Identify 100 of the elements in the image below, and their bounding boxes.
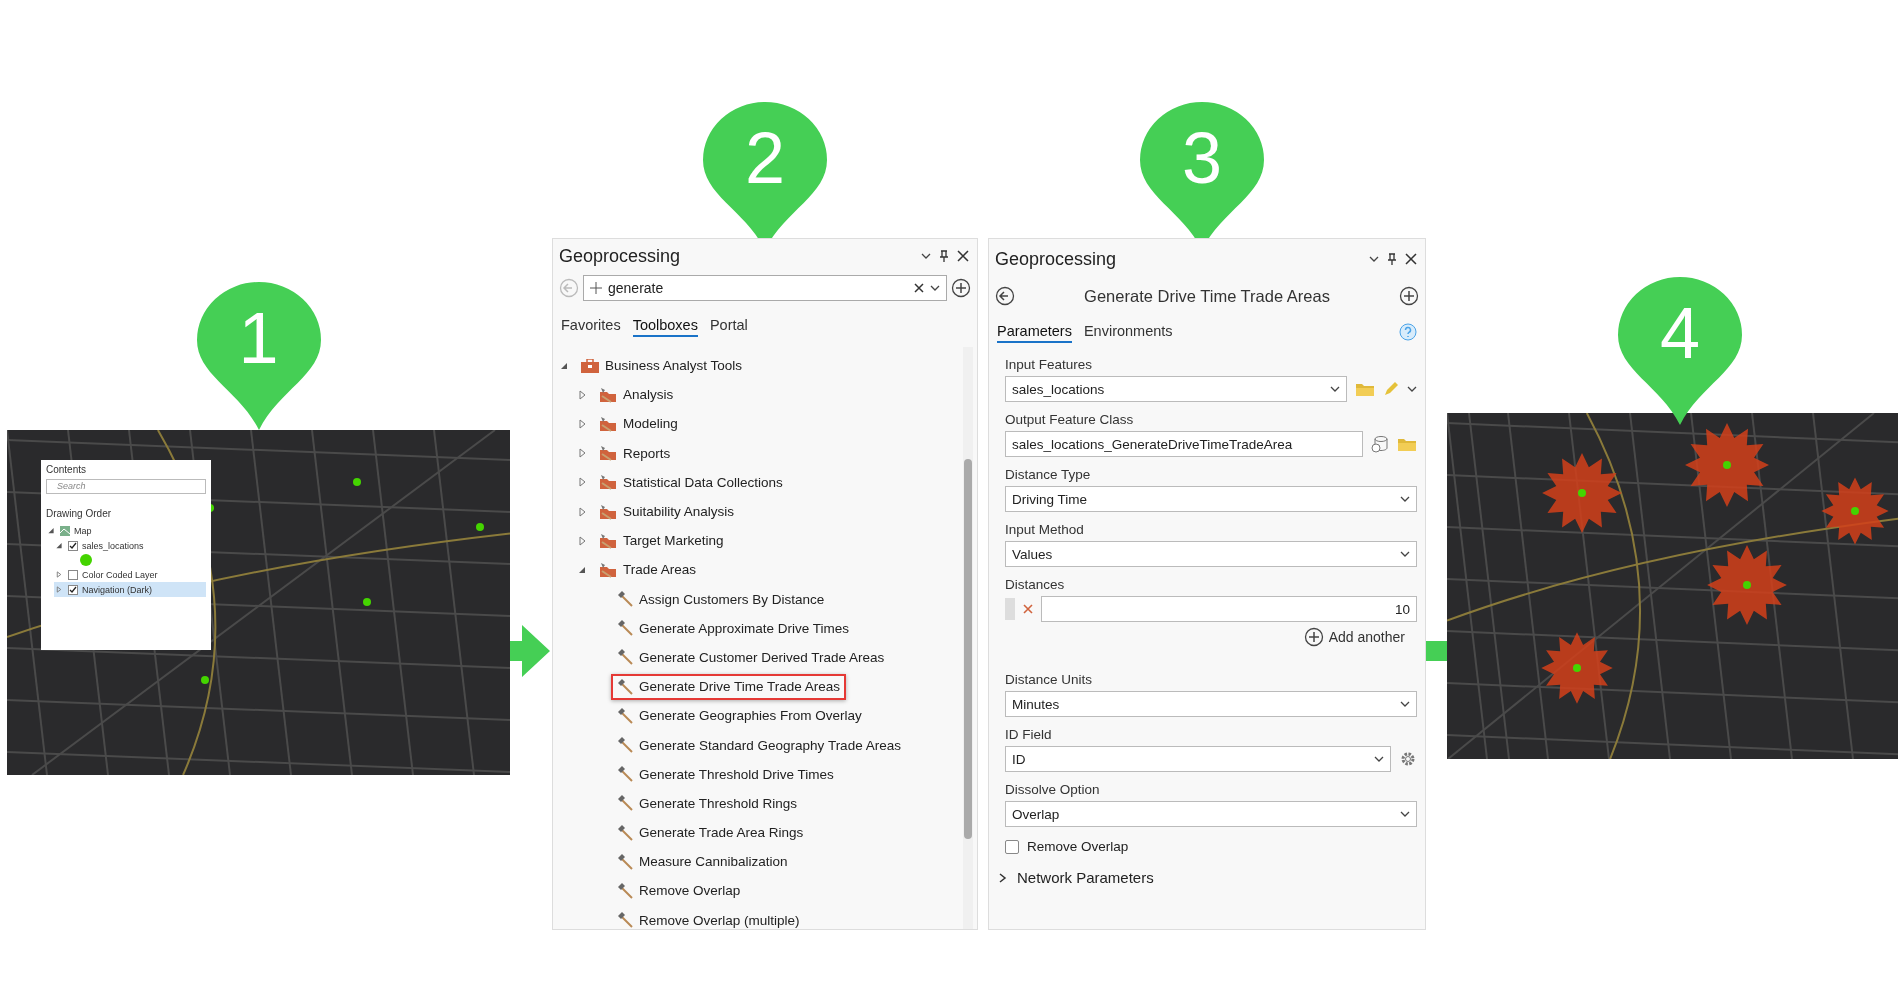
expand-caret-icon[interactable] — [577, 389, 587, 400]
add-icon[interactable] — [951, 278, 971, 298]
tab[interactable]: Favorites — [561, 315, 621, 337]
expand-caret-icon[interactable] — [577, 418, 587, 429]
expand-caret-icon — [999, 872, 1007, 883]
tool-item[interactable]: Generate Threshold Drive Times — [611, 761, 840, 788]
toolbox-icon — [581, 358, 599, 373]
pane-menu-caret-icon — [921, 253, 931, 259]
dropdown[interactable]: Overlap — [1005, 801, 1417, 827]
dropdown-caret-icon — [1374, 756, 1384, 762]
collapse-caret-icon[interactable] — [46, 527, 56, 534]
parameter-label: ID Field — [1005, 727, 1053, 744]
database-icon[interactable] — [1371, 435, 1389, 453]
map-icon — [60, 525, 70, 536]
parameter-label: Distance Units — [1005, 672, 1094, 689]
toolset-icon — [599, 561, 617, 578]
layer-item[interactable]: Map — [46, 523, 206, 538]
search-field[interactable]: generate — [583, 275, 947, 301]
toolset-item[interactable]: Target Marketing — [593, 527, 730, 554]
dropdown[interactable]: Values — [1005, 541, 1417, 567]
trade-area-polygon — [1541, 632, 1613, 704]
toolset-item[interactable]: Statistical Data Collections — [593, 469, 789, 496]
toolset-item[interactable]: Business Analyst Tools — [575, 353, 749, 379]
checkbox[interactable] — [68, 569, 78, 580]
add-icon[interactable] — [1303, 627, 1324, 647]
pane-title: Geoprocessing — [995, 248, 1118, 270]
tool-item[interactable]: Remove Overlap — [611, 877, 747, 904]
section-heading: Drawing Order — [46, 508, 113, 519]
location-dot — [476, 523, 484, 531]
close-icon[interactable] — [1405, 253, 1417, 265]
dropdown[interactable]: Minutes — [1005, 691, 1417, 717]
expand-caret-icon[interactable] — [577, 535, 587, 546]
tool-item[interactable]: Generate Customer Derived Trade Areas — [611, 644, 891, 671]
drag-handle[interactable] — [1005, 598, 1015, 620]
parameter-label: Distances — [1005, 577, 1066, 594]
tool-title: Generate Drive Time Trade Areas — [1083, 286, 1331, 306]
pane-menu-caret-icon — [1369, 256, 1379, 262]
remove-icon[interactable] — [1023, 604, 1033, 614]
tab[interactable]: Parameters — [997, 321, 1072, 343]
location-dot — [363, 598, 371, 606]
layer-item[interactable]: Navigation (Dark) — [54, 582, 206, 597]
tab[interactable]: Toolboxes — [632, 315, 698, 337]
back-icon[interactable] — [995, 286, 1015, 306]
collapse-caret-icon[interactable] — [54, 542, 64, 549]
checkbox-label: Remove Overlap — [1027, 839, 1129, 854]
checkbox[interactable] — [68, 584, 78, 595]
hammer-icon — [617, 620, 633, 637]
dropdown[interactable]: ID — [1005, 746, 1391, 772]
hammer-icon — [617, 824, 633, 841]
expand-caret-icon[interactable] — [577, 506, 587, 517]
tool-item[interactable]: Generate Standard Geography Trade Areas — [611, 732, 907, 759]
hammer-icon — [617, 591, 633, 608]
section-header[interactable]: Network Parameters — [993, 868, 1417, 887]
layer-item[interactable]: sales_locations — [54, 538, 206, 553]
search-field[interactable]: Search — [46, 479, 206, 494]
step-number: 4 — [1660, 297, 1700, 369]
text-field[interactable]: sales_locations_GenerateDriveTimeTradeArea — [1005, 431, 1363, 457]
checkbox[interactable] — [68, 540, 78, 551]
dropdown-caret-icon — [1400, 811, 1410, 817]
tool-item[interactable]: Generate Threshold Rings — [611, 790, 804, 817]
toolset-item[interactable]: Suitability Analysis — [593, 498, 741, 525]
tool-item[interactable]: Generate Approximate Drive Times — [611, 615, 856, 642]
checkbox[interactable] — [1005, 839, 1019, 854]
tool-item[interactable]: Measure Cannibalization — [611, 848, 794, 875]
gear-icon[interactable] — [1399, 750, 1417, 768]
layer-item[interactable]: Color Coded Layer — [54, 567, 206, 582]
toolset-item[interactable]: Trade Areas — [593, 556, 703, 583]
toolset-item[interactable]: Reports — [593, 440, 677, 467]
dropdown[interactable]: Driving Time — [1005, 486, 1417, 512]
toolset-icon — [599, 445, 617, 462]
parameter-label: Output Feature Class — [1005, 412, 1135, 429]
hammer-icon — [617, 678, 633, 695]
expand-caret-icon[interactable] — [54, 571, 64, 578]
tool-item[interactable]: Generate Geographies From Overlay — [611, 702, 868, 729]
step-number: 2 — [745, 122, 785, 194]
dropdown[interactable]: sales_locations — [1005, 376, 1347, 402]
pin-icon[interactable] — [939, 250, 949, 262]
scrollbar[interactable] — [963, 347, 973, 929]
tab[interactable]: Environments — [1083, 321, 1173, 343]
value-field[interactable]: 10 — [1041, 596, 1417, 622]
dropdown-caret-icon — [1400, 496, 1410, 502]
tool-item[interactable]: Generate Drive Time Trade Areas — [611, 673, 847, 700]
expand-caret-icon[interactable] — [577, 477, 587, 488]
clear-icon[interactable] — [914, 283, 924, 293]
tool-item[interactable]: Generate Trade Area Rings — [611, 819, 810, 846]
toolset-item[interactable]: Analysis — [593, 381, 680, 408]
close-icon[interactable] — [957, 250, 969, 262]
toolset-icon — [599, 503, 617, 520]
add-icon[interactable] — [1399, 286, 1419, 306]
expand-caret-icon[interactable] — [54, 586, 64, 593]
expand-caret-icon[interactable] — [577, 448, 587, 459]
pane-title: Geoprocessing — [559, 245, 682, 267]
help-icon[interactable] — [1399, 323, 1417, 341]
tab[interactable]: Portal — [709, 315, 748, 337]
pin-icon[interactable] — [1387, 253, 1397, 265]
toolset-item[interactable]: Modeling — [593, 410, 684, 437]
add-another-button[interactable]: Add another — [1297, 626, 1411, 648]
hammer-icon — [617, 795, 633, 812]
tool-item[interactable]: Assign Customers By Distance — [611, 586, 831, 613]
tool-item[interactable]: Remove Overlap (multiple) — [611, 907, 806, 929]
